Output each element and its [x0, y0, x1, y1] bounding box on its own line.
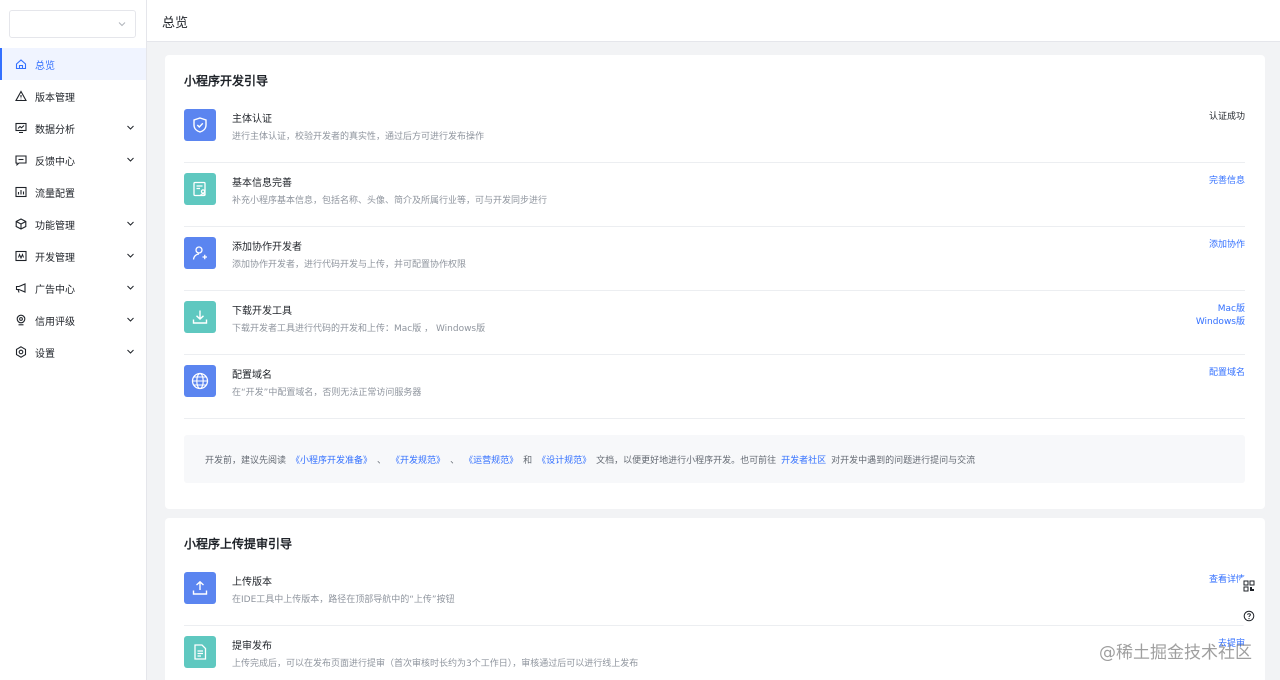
sidebar-item-label: 反馈中心	[35, 156, 75, 168]
cube-icon	[15, 218, 27, 230]
globe-icon	[184, 365, 216, 397]
page-title: 总览	[162, 16, 189, 31]
sidebar-item-label: 总览	[35, 60, 55, 72]
sidebar-item-feedback[interactable]: 反馈中心	[0, 144, 146, 176]
credit-badge-icon	[15, 314, 27, 326]
add-collaborator-link[interactable]: 添加协作	[1209, 239, 1245, 252]
link-design-standards[interactable]: 《设计规范》	[537, 453, 591, 466]
step-desc: 在“开发”中配置域名，否则无法正常访问服务器	[232, 388, 422, 398]
link-operation-standards[interactable]: 《运营规范》	[464, 453, 518, 466]
sidebar-item-label: 设置	[35, 348, 55, 360]
step-add-collaborators: 添加协作开发者 添加协作开发者，进行代码开发与上传，并可配置协作权限 添加协作	[184, 227, 1245, 291]
tip-separator: 、	[377, 455, 387, 466]
dev-guide-title: 小程序开发引导	[184, 74, 269, 88]
upload-guide-title: 小程序上传提审引导	[184, 537, 293, 551]
app-select[interactable]	[9, 10, 136, 38]
configure-domain-link[interactable]: 配置域名	[1209, 367, 1245, 380]
add-user-icon	[184, 237, 216, 269]
step-desc: 添加协作开发者，进行代码开发与上传，并可配置协作权限	[232, 260, 467, 270]
link-dev-preparation[interactable]: 《小程序开发准备》	[291, 453, 372, 466]
tip-prefix: 开发前，建议先阅读	[205, 455, 287, 466]
sidebar-item-label: 流量配置	[35, 188, 75, 200]
step-name: 添加协作开发者	[232, 242, 302, 253]
feedback-message-icon	[15, 154, 27, 166]
upload-icon	[184, 572, 216, 604]
tip-middle: 文档，以便更好地进行小程序开发。也可前往	[596, 455, 777, 466]
chevron-down-icon	[127, 349, 134, 354]
chevron-down-icon	[127, 221, 134, 226]
step-configure-domain: 配置域名 在“开发”中配置域名，否则无法正常访问服务器 配置域名	[184, 355, 1245, 419]
tip-suffix: 对开发中遇到的问题进行提问与交流	[831, 455, 976, 466]
help-icon	[1243, 610, 1255, 622]
sidebar-item-ads[interactable]: 广告中心	[0, 272, 146, 304]
sidebar-item-overview[interactable]: 总览	[0, 48, 146, 80]
watermark: @稀土掘金技术社区	[1099, 643, 1252, 663]
link-dev-standards[interactable]: 《开发规范》	[391, 453, 445, 466]
sidebar-item-analytics[interactable]: 数据分析	[0, 112, 146, 144]
sidebar-item-label: 版本管理	[35, 92, 75, 104]
sidebar-item-label: 广告中心	[35, 284, 75, 296]
sidebar-item-label: 数据分析	[35, 124, 75, 136]
link-dev-community[interactable]: 开发者社区	[781, 453, 826, 466]
mac-download-link[interactable]: Mac版	[1196, 303, 1245, 316]
qr-code-icon	[1243, 580, 1255, 592]
step-basic-info: 基本信息完善 补充小程序基本信息，包括名称、头像、简介及所属行业等，可与开发同步…	[184, 163, 1245, 227]
windows-download-link[interactable]: Windows版	[1196, 316, 1245, 329]
chevron-down-icon	[118, 22, 126, 27]
sidebar-item-development[interactable]: 开发管理	[0, 240, 146, 272]
step-name: 提审发布	[232, 641, 272, 652]
analytics-monitor-icon	[15, 122, 27, 134]
sidebar-item-credit[interactable]: 信用评级	[0, 304, 146, 336]
verification-status: 认证成功	[1208, 112, 1245, 122]
chevron-down-icon	[127, 253, 134, 258]
complete-info-link[interactable]: 完善信息	[1209, 175, 1245, 188]
chevron-down-icon	[127, 317, 134, 322]
step-download-tools: 下载开发工具 下载开发者工具进行代码的开发和上传：Mac版 ， Windows版…	[184, 291, 1245, 355]
step-desc: 进行主体认证，校验开发者的真实性，通过后方可进行发布操作	[232, 132, 485, 142]
step-name: 配置域名	[232, 370, 272, 381]
step-name: 基本信息完善	[232, 178, 292, 189]
step-entity-verification: 主体认证 进行主体认证，校验开发者的真实性，通过后方可进行发布操作 认证成功	[184, 99, 1245, 163]
chevron-down-icon	[127, 285, 134, 290]
warning-triangle-icon	[15, 90, 27, 102]
sidebar-item-label: 开发管理	[35, 252, 75, 264]
step-desc: 上传完成后，可以在发布页面进行提审（首次审核时长约为3个工作日），审核通过后可以…	[232, 659, 639, 669]
sidebar-item-features[interactable]: 功能管理	[0, 208, 146, 240]
step-name: 上传版本	[232, 577, 272, 588]
shield-check-icon	[184, 109, 216, 141]
gear-icon	[15, 346, 27, 358]
sidebar-item-label: 信用评级	[35, 316, 75, 328]
step-name: 主体认证	[232, 114, 272, 125]
step-name: 下载开发工具	[232, 306, 292, 317]
dev-tip-banner: 开发前，建议先阅读 《小程序开发准备》 、 《开发规范》 、 《运营规范》 和 …	[184, 435, 1245, 483]
sidebar-nav: 总览 版本管理 数据分析 反馈中心 流量配置 功能管理 开发管理 广告中心 信用…	[0, 48, 146, 368]
sidebar-item-versions[interactable]: 版本管理	[0, 80, 146, 112]
code-window-icon	[15, 250, 27, 262]
download-links: Mac版 Windows版	[1196, 303, 1245, 329]
step-upload-version: 上传版本 在IDE工具中上传版本，路径在顶部导航中的“上传”按钮 查看详情	[184, 562, 1245, 626]
chevron-down-icon	[127, 157, 134, 162]
tip-and: 和	[523, 455, 533, 466]
step-submit-review: 提审发布 上传完成后，可以在发布页面进行提审（首次审核时长约为3个工作日），审核…	[184, 626, 1245, 680]
profile-card-icon	[184, 173, 216, 205]
page-header: 总览	[147, 0, 1280, 42]
sidebar-item-label: 功能管理	[35, 220, 75, 232]
document-icon	[184, 636, 216, 668]
chevron-down-icon	[127, 125, 134, 130]
help-button[interactable]	[1238, 605, 1260, 627]
tip-separator: 、	[450, 455, 460, 466]
sidebar: 总览 版本管理 数据分析 反馈中心 流量配置 功能管理 开发管理 广告中心 信用…	[0, 0, 147, 680]
home-icon	[15, 58, 27, 70]
step-desc: 下载开发者工具进行代码的开发和上传：Mac版 ， Windows版	[232, 324, 486, 334]
step-desc: 补充小程序基本信息，包括名称、头像、简介及所属行业等，可与开发同步进行	[232, 196, 548, 206]
sidebar-item-settings[interactable]: 设置	[0, 336, 146, 368]
step-desc: 在IDE工具中上传版本，路径在顶部导航中的“上传”按钮	[232, 595, 455, 605]
download-icon	[184, 301, 216, 333]
megaphone-icon	[15, 282, 27, 294]
sidebar-item-traffic[interactable]: 流量配置	[0, 176, 146, 208]
dev-guide-card: 小程序开发引导 主体认证 进行主体认证，校验开发者的真实性，通过后方可进行发布操…	[165, 55, 1265, 509]
traffic-chart-icon	[15, 186, 27, 198]
qr-code-button[interactable]	[1238, 575, 1260, 597]
